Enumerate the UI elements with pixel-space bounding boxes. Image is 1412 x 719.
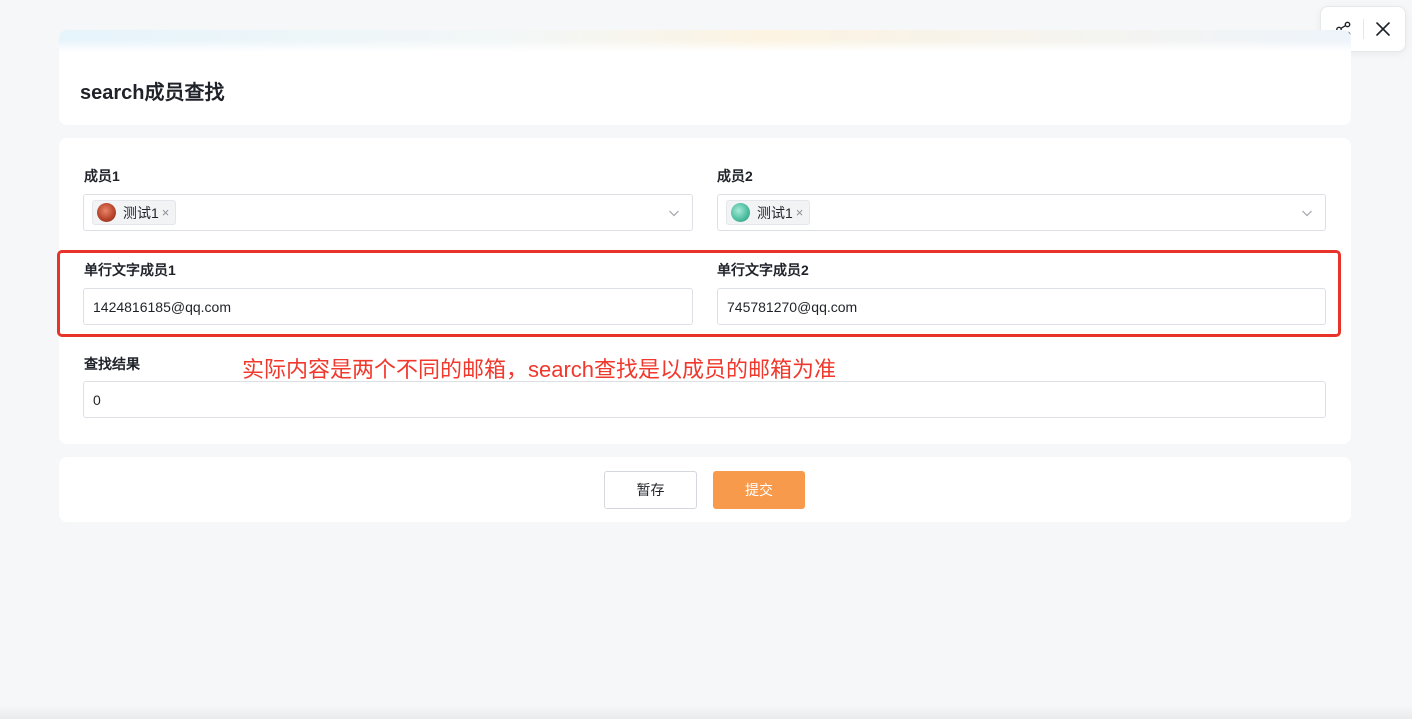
member2-tag: 测试1 × xyxy=(726,200,811,225)
member1-tag: 测试1 × xyxy=(92,200,177,225)
form-card: 成员1 测试1 × 成员2 测试1 × 单行文字成员1 1424816185@q… xyxy=(57,138,1351,444)
avatar xyxy=(731,203,750,222)
member1-label: 成员1 xyxy=(84,168,120,184)
text-member2-label: 单行文字成员2 xyxy=(717,262,809,278)
submit-button[interactable]: 提交 xyxy=(713,471,805,509)
text-member2-input[interactable]: 745781270@qq.com xyxy=(717,288,1326,325)
member2-select[interactable]: 测试1 × xyxy=(717,194,1326,231)
title-gradient-banner xyxy=(59,30,1351,52)
member1-tag-label: 测试1 xyxy=(123,204,159,221)
result-input[interactable]: 0 xyxy=(83,381,1326,418)
title-card: search成员查找 xyxy=(59,30,1351,125)
member1-select[interactable]: 测试1 × xyxy=(83,194,693,231)
member2-tag-remove-icon[interactable]: × xyxy=(796,205,804,220)
chevron-down-icon[interactable] xyxy=(668,207,680,219)
page: search成员查找 成员1 测试1 × 成员2 测试1 × 单行文字成员1 1… xyxy=(0,0,1412,719)
close-button[interactable] xyxy=(1364,10,1402,48)
avatar xyxy=(97,203,116,222)
chevron-down-icon[interactable] xyxy=(1301,207,1313,219)
member2-tag-label: 测试1 xyxy=(757,204,793,221)
member2-label: 成员2 xyxy=(717,168,753,184)
save-draft-button[interactable]: 暂存 xyxy=(604,471,697,509)
text-member1-label: 单行文字成员1 xyxy=(84,262,176,278)
close-icon xyxy=(1375,22,1390,36)
result-label: 查找结果 xyxy=(84,356,140,372)
text-member1-input[interactable]: 1424816185@qq.com xyxy=(83,288,693,325)
annotation-text: 实际内容是两个不同的邮箱，search查找是以成员的邮箱为准 xyxy=(242,357,837,382)
member1-tag-remove-icon[interactable]: × xyxy=(162,205,170,220)
bottom-shade xyxy=(0,705,1412,719)
button-card: 暂存 提交 xyxy=(59,457,1351,522)
page-title: search成员查找 xyxy=(80,82,225,104)
